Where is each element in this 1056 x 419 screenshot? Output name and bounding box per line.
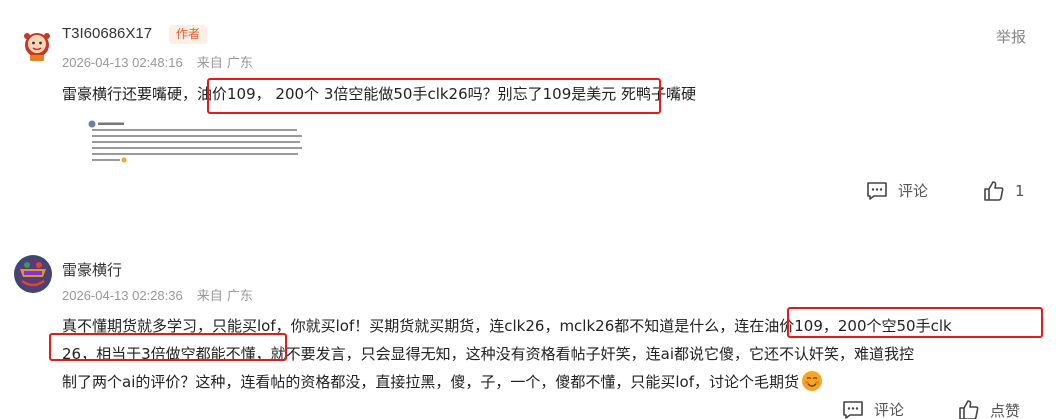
avatar[interactable] <box>14 255 52 293</box>
reply-label: 评论 <box>874 401 905 419</box>
thumbs-up-icon <box>958 399 980 419</box>
comment-meta: 2026-04-13 02:28:36 来自 广东 <box>62 285 253 304</box>
comment-text-line: 制了两个ai的评价？这种，连看帖的资格都没，直接拉黑，傻，子，一个，傻都不懂，只… <box>62 368 1052 396</box>
timestamp: 2026-04-13 02:28:36 <box>62 288 183 303</box>
comment-text-part: 制了两个ai的评价？这种，连看帖的资格都没，直接拉黑，傻，子，一个，傻都不懂，只… <box>62 373 799 391</box>
comment-item-2: 雷豪横行 2026-04-13 02:28:36 来自 广东 真不懂期货就多学习，… <box>0 0 1056 419</box>
highlight-box <box>49 333 287 361</box>
username[interactable]: 雷豪横行 <box>62 259 122 280</box>
reply-button[interactable]: 评论 <box>842 399 904 419</box>
highlight-box <box>787 307 1043 338</box>
location: 来自 广东 <box>196 289 253 304</box>
like-label: 点赞 <box>990 401 1021 419</box>
like-button[interactable]: 点赞 <box>958 399 1020 419</box>
comment-text-part: 就不要发言，只会显得无知，这种没有资格看帖子奸笑，连ai都说它傻，它还不认奸笑，… <box>270 345 915 363</box>
comment-icon <box>842 400 864 419</box>
smirk-emoji-icon <box>802 371 822 391</box>
